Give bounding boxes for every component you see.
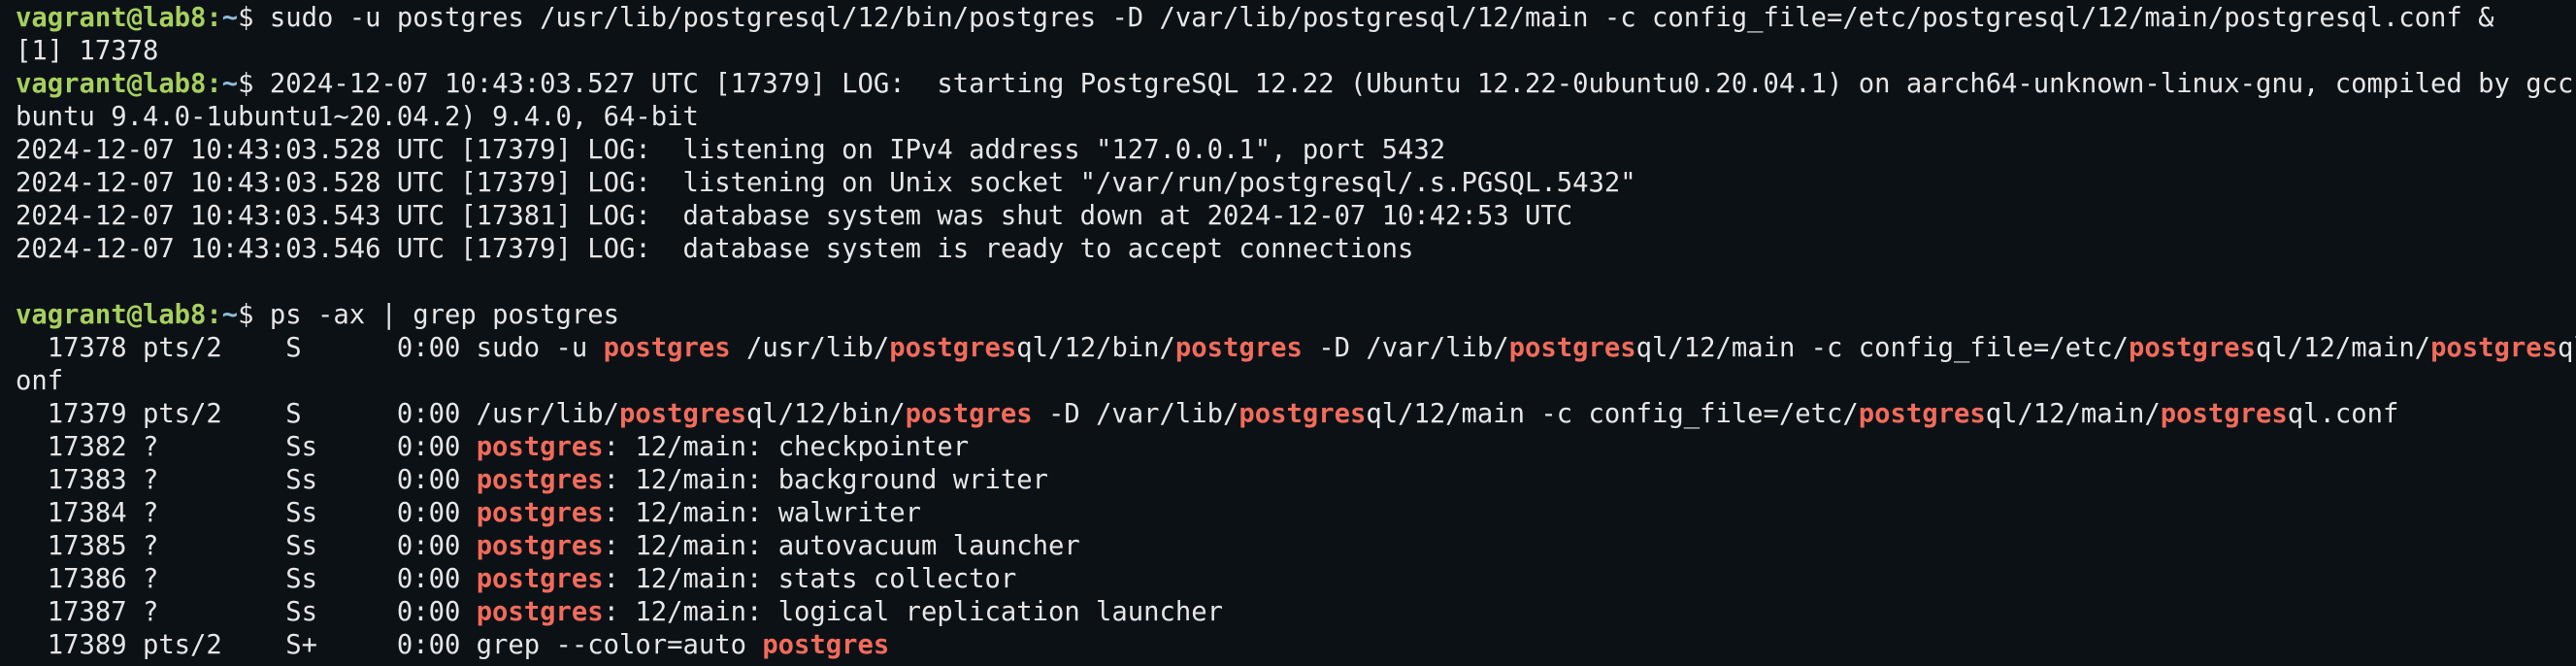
terminal-output-line: [1] 17378 — [16, 35, 2576, 68]
terminal-prompt-line: vagrant@lab8:~$ 2024-12-07 10:43:03.527 … — [16, 68, 2576, 101]
grep-output-text: 17378 pts/2 S 0:00 sudo -u postgres /usr… — [16, 333, 2576, 363]
grep-output-line: 17379 pts/2 S 0:00 /usr/lib/postgresql/1… — [16, 398, 2576, 431]
grep-output-text: 17382 ? Ss 0:00 postgres: 12/main: check… — [16, 432, 970, 462]
prompt-symbol: $ — [238, 3, 270, 33]
grep-output-text: 17387 ? Ss 0:00 postgres: 12/main: logic… — [16, 597, 1224, 627]
grep-match-highlight: postgres — [2160, 399, 2288, 429]
output-text: 2024-12-07 10:43:03.528 UTC [17379] LOG:… — [16, 135, 1446, 165]
prompt-command: 2024-12-07 10:43:03.527 UTC [17379] LOG:… — [269, 69, 2576, 99]
terminal-output-line: buntu 9.4.0-1ubuntu1~20.04.2) 9.4.0, 64-… — [16, 101, 2576, 134]
grep-match-highlight: postgres — [476, 465, 604, 495]
grep-output-text: 17389 pts/2 S+ 0:00 grep --color=auto po… — [16, 630, 890, 660]
grep-output-text: 17383 ? Ss 0:00 postgres: 12/main: backg… — [16, 465, 1048, 495]
grep-match-highlight: postgres — [619, 399, 746, 429]
prompt-user-host: vagrant@lab8 — [16, 300, 207, 330]
grep-output-text: 17386 ? Ss 0:00 postgres: 12/main: stats… — [16, 564, 1017, 594]
terminal-output-line: 2024-12-07 10:43:03.528 UTC [17379] LOG:… — [16, 134, 2576, 167]
grep-match-highlight: postgres — [476, 498, 604, 528]
grep-match-highlight: postgres — [1174, 333, 1303, 363]
grep-match-highlight: postgres — [476, 597, 604, 627]
grep-match-highlight: postgres — [1508, 333, 1636, 363]
terminal-output-line: 2024-12-07 10:43:03.543 UTC [17381] LOG:… — [16, 200, 2576, 233]
grep-output-text: 17385 ? Ss 0:00 postgres: 12/main: autov… — [16, 531, 1080, 561]
prompt-command: ps -ax | grep postgres — [269, 300, 620, 330]
terminal-prompt-line: vagrant@lab8:~$ ps -ax | grep postgres — [16, 299, 2576, 332]
grep-match-highlight: postgres — [476, 432, 604, 462]
output-text: buntu 9.4.0-1ubuntu1~20.04.2) 9.4.0, 64-… — [16, 102, 699, 132]
grep-match-highlight: postgres — [2129, 333, 2256, 363]
grep-output-line: 17382 ? Ss 0:00 postgres: 12/main: check… — [16, 431, 2576, 464]
terminal-output-line: onf — [16, 365, 2576, 398]
prompt-path: ~ — [221, 3, 239, 33]
prompt-separator: : — [206, 69, 222, 99]
terminal-output-line: 2024-12-07 10:43:03.546 UTC [17379] LOG:… — [16, 233, 2576, 266]
prompt-separator: : — [206, 3, 222, 33]
grep-output-line: 17385 ? Ss 0:00 postgres: 12/main: autov… — [16, 530, 2576, 563]
output-text: [1] 17378 — [16, 36, 159, 66]
grep-match-highlight: postgres — [889, 333, 1017, 363]
output-text: onf — [16, 366, 64, 396]
prompt-user-host: vagrant@lab8 — [16, 3, 207, 33]
grep-output-text: 17384 ? Ss 0:00 postgres: 12/main: walwr… — [16, 498, 922, 528]
terminal-prompt-line: vagrant@lab8:~$ sudo -u postgres /usr/li… — [16, 2, 2576, 35]
prompt-user-host: vagrant@lab8 — [16, 69, 207, 99]
output-text: 2024-12-07 10:43:03.528 UTC [17379] LOG:… — [16, 168, 1636, 198]
grep-output-line: 17389 pts/2 S+ 0:00 grep --color=auto po… — [16, 629, 2576, 662]
grep-match-highlight: postgres — [2430, 333, 2559, 363]
grep-output-line: 17386 ? Ss 0:00 postgres: 12/main: stats… — [16, 563, 2576, 596]
grep-match-highlight: postgres — [762, 630, 890, 660]
prompt-path: ~ — [221, 300, 239, 330]
grep-output-line: 17387 ? Ss 0:00 postgres: 12/main: logic… — [16, 596, 2576, 629]
grep-output-line: 17383 ? Ss 0:00 postgres: 12/main: backg… — [16, 464, 2576, 497]
prompt-symbol: $ — [238, 69, 270, 99]
grep-match-highlight: postgres — [1238, 399, 1367, 429]
grep-output-line: 17384 ? Ss 0:00 postgres: 12/main: walwr… — [16, 497, 2576, 530]
prompt-separator: : — [206, 300, 222, 330]
grep-match-highlight: postgres — [905, 399, 1033, 429]
terminal-window[interactable]: vagrant@lab8:~$ sudo -u postgres /usr/li… — [0, 0, 2576, 666]
prompt-path: ~ — [221, 69, 239, 99]
prompt-command: sudo -u postgres /usr/lib/postgresql/12/… — [269, 3, 2494, 33]
grep-match-highlight: postgres — [603, 333, 731, 363]
output-text: 2024-12-07 10:43:03.543 UTC [17381] LOG:… — [16, 201, 1573, 231]
terminal-output-line: 2024-12-07 10:43:03.528 UTC [17379] LOG:… — [16, 167, 2576, 200]
grep-match-highlight: postgres — [476, 531, 604, 561]
output-text: 2024-12-07 10:43:03.546 UTC [17379] LOG:… — [16, 234, 1414, 264]
prompt-symbol: $ — [238, 300, 270, 330]
grep-output-line: 17378 pts/2 S 0:00 sudo -u postgres /usr… — [16, 332, 2576, 365]
grep-output-text: 17379 pts/2 S 0:00 /usr/lib/postgresql/1… — [16, 399, 2399, 429]
grep-match-highlight: postgres — [476, 564, 604, 594]
grep-match-highlight: postgres — [1858, 399, 1986, 429]
